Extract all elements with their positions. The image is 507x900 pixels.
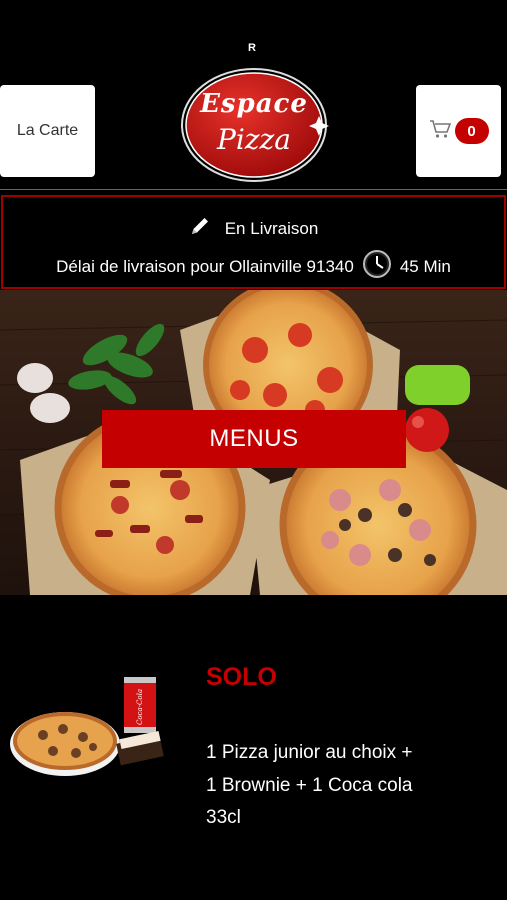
header-divider bbox=[0, 189, 507, 190]
cart-count-badge: 0 bbox=[454, 118, 489, 144]
menu-description: 1 Pizza junior au choix + 1 Brownie + 1 … bbox=[206, 742, 413, 828]
logo-text-pizza: Pizza bbox=[217, 123, 291, 156]
coca-cola-can-text: Coca-Cola bbox=[136, 689, 144, 725]
menus-button-label: MENUS bbox=[209, 425, 299, 452]
espace-pizza-logo[interactable]: Espace Pizza bbox=[178, 63, 330, 187]
clock-icon bbox=[360, 247, 394, 286]
delivery-banner[interactable]: En Livraison Délai de livraison pour Oll… bbox=[1, 195, 506, 289]
menu-item-solo[interactable]: Coca-Cola SOLO 1 Pizza junior au choix +… bbox=[0, 595, 507, 900]
cart-icon bbox=[429, 119, 451, 144]
la-carte-button[interactable]: La Carte bbox=[0, 85, 95, 177]
menus-button[interactable]: MENUS bbox=[102, 410, 406, 468]
cart-button[interactable]: 0 bbox=[416, 85, 501, 177]
delivery-info-text: Délai de livraison pour Ollainville 9134… bbox=[56, 256, 354, 276]
pencil-icon[interactable] bbox=[189, 215, 211, 242]
delivery-mode-label: En Livraison bbox=[224, 218, 319, 238]
delivery-info-row: Délai de livraison pour Ollainville 9134… bbox=[3, 247, 504, 286]
delivery-time: 45 Min bbox=[399, 256, 451, 276]
logo-text-espace: Espace bbox=[200, 89, 308, 119]
solo-menu-image[interactable]: Coca-Cola bbox=[8, 667, 170, 777]
delivery-mode-row[interactable]: En Livraison bbox=[3, 215, 504, 242]
hero-pizza-banner: MENUS bbox=[0, 290, 507, 595]
app-header: La Carte R Espace Pizza 0 bbox=[0, 0, 507, 190]
la-carte-label: La Carte bbox=[16, 122, 79, 139]
menu-title: SOLO bbox=[206, 663, 277, 691]
registered-mark: R bbox=[248, 42, 256, 54]
